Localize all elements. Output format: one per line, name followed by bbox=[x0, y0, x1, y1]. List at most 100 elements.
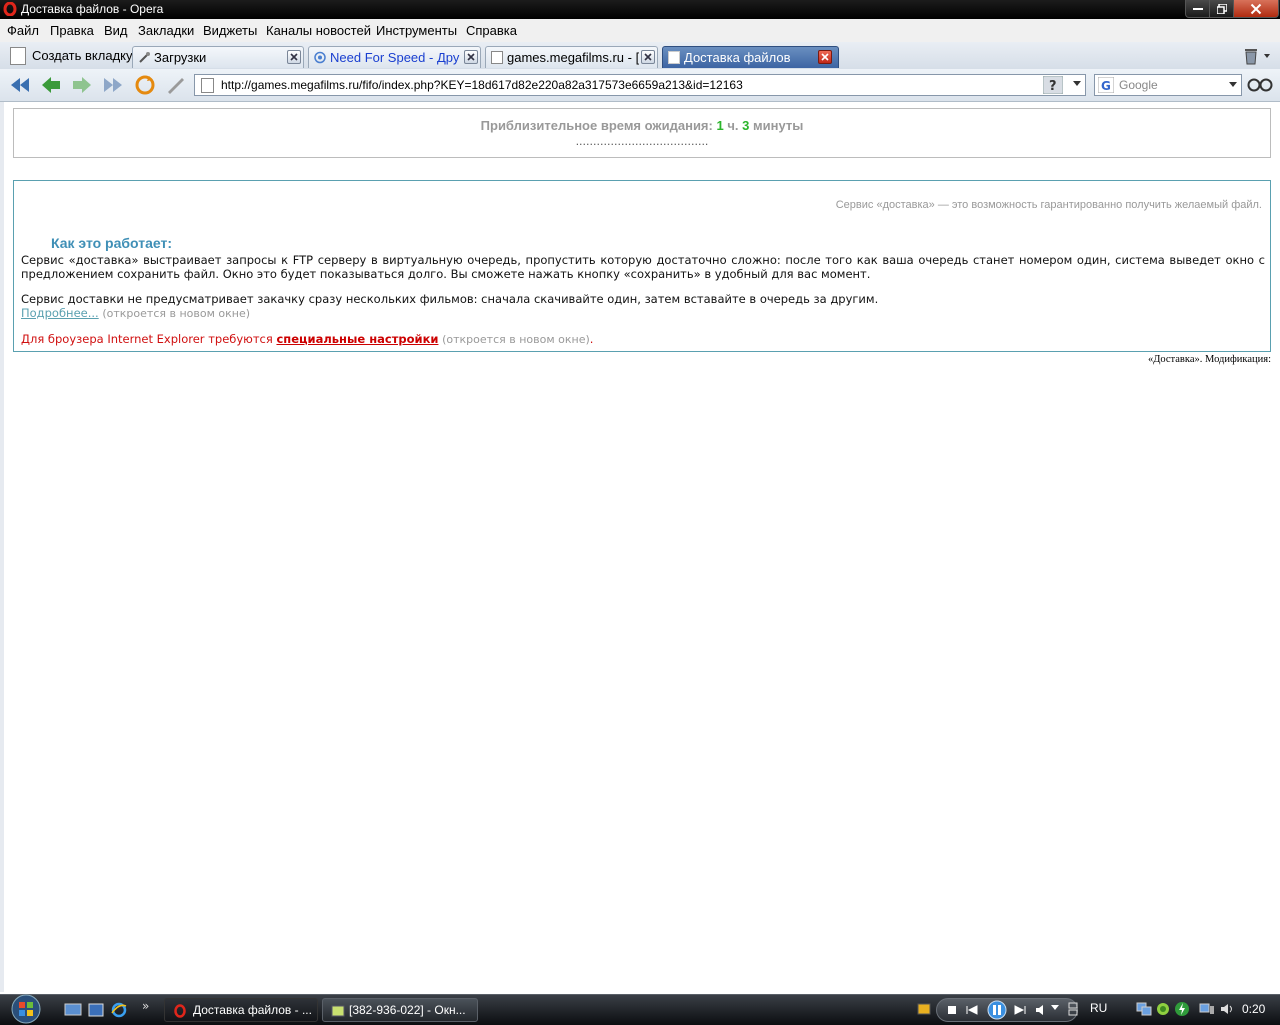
search-box[interactable]: G Google bbox=[1094, 74, 1242, 96]
menu-widgets[interactable]: Виджеты bbox=[203, 23, 257, 38]
start-button[interactable] bbox=[4, 993, 48, 1025]
window-app-icon bbox=[331, 1005, 345, 1017]
wait-hours-unit: ч. bbox=[727, 118, 739, 133]
ie-suffix: . bbox=[589, 332, 594, 346]
close-icon bbox=[290, 53, 298, 61]
minimize-icon bbox=[1193, 7, 1203, 10]
pause-icon[interactable] bbox=[987, 1000, 1007, 1020]
language-indicator[interactable]: RU bbox=[1090, 1001, 1107, 1015]
task-opera[interactable]: Доставка файлов - ... bbox=[164, 998, 318, 1022]
maximize-button[interactable] bbox=[1209, 0, 1235, 18]
clock[interactable]: 0:20 bbox=[1242, 1002, 1265, 1016]
address-url: http://games.megafilms.ru/fifo/index.php… bbox=[221, 78, 743, 92]
search-placeholder: Google bbox=[1119, 78, 1158, 92]
wait-label: Приблизительное время ожидания: bbox=[480, 118, 713, 133]
wait-minutes-unit: минуты bbox=[753, 118, 804, 133]
restore-icon bbox=[1217, 3, 1227, 14]
stop-icon[interactable] bbox=[945, 1003, 959, 1017]
chevron-down-icon[interactable] bbox=[1229, 82, 1237, 87]
ie-settings-line: Для броузера Internet Explorer требуются… bbox=[21, 332, 593, 346]
svg-text:G: G bbox=[1101, 79, 1111, 93]
opera-icon bbox=[174, 1004, 186, 1018]
wait-hours: 1 bbox=[716, 118, 724, 133]
tab-close-button[interactable] bbox=[287, 50, 301, 64]
title-bar: Доставка файлов - Opera bbox=[0, 0, 1280, 19]
trash-icon[interactable] bbox=[1242, 46, 1272, 66]
rewind-icon[interactable] bbox=[8, 74, 32, 96]
reload-icon[interactable] bbox=[133, 74, 157, 96]
page-icon bbox=[668, 51, 680, 64]
speaker-icon[interactable] bbox=[1219, 1001, 1235, 1017]
tab-close-button[interactable] bbox=[818, 50, 832, 64]
connection-icon[interactable] bbox=[1199, 1001, 1215, 1017]
address-bar[interactable]: http://games.megafilms.ru/fifo/index.php… bbox=[194, 74, 1086, 96]
volume-icon[interactable] bbox=[1035, 1003, 1049, 1017]
minimize-button[interactable] bbox=[1185, 0, 1211, 18]
google-icon: G bbox=[1098, 77, 1114, 93]
page-content: Приблизительное время ожидания: 1 ч. 3 м… bbox=[4, 102, 1280, 992]
how-it-works-heading: Как это работает: bbox=[51, 235, 173, 251]
tab-close-button[interactable] bbox=[464, 50, 478, 64]
back-icon[interactable] bbox=[39, 74, 63, 96]
more-info-line: Подробнее... (откроется в новом окне) bbox=[21, 306, 250, 320]
zoom-glasses-icon[interactable] bbox=[1247, 76, 1273, 92]
edit-icon[interactable] bbox=[164, 74, 188, 96]
previous-icon[interactable] bbox=[965, 1003, 979, 1017]
tab-bar: Создать вкладку Загрузки Need For Speed … bbox=[0, 42, 1280, 70]
info-box: Сервис «доставка» — это возможность гара… bbox=[13, 180, 1271, 352]
chevron-down-icon[interactable] bbox=[1051, 1005, 1059, 1010]
internet-explorer-icon[interactable] bbox=[110, 1001, 128, 1019]
show-desktop-icon[interactable] bbox=[64, 1001, 82, 1019]
network-icon[interactable] bbox=[1136, 1001, 1152, 1017]
forward-icon[interactable] bbox=[70, 74, 94, 96]
switch-windows-icon[interactable] bbox=[87, 1001, 105, 1019]
menu-file[interactable]: Файл bbox=[7, 23, 39, 38]
menu-view[interactable]: Вид bbox=[104, 23, 128, 38]
quicklaunch-more[interactable]: » bbox=[142, 999, 149, 1013]
lightning-icon[interactable] bbox=[1174, 1001, 1190, 1017]
chevron-down-icon[interactable] bbox=[1073, 81, 1081, 86]
menu-feeds[interactable]: Каналы новостей bbox=[266, 23, 371, 38]
more-info-hint: (откроется в новом окне) bbox=[102, 307, 251, 320]
tab-file-delivery[interactable]: Доставка файлов bbox=[662, 46, 839, 68]
tab-need-for-speed[interactable]: Need For Speed - Друг... bbox=[308, 46, 481, 68]
close-icon bbox=[821, 53, 829, 61]
footer-credit: «Доставка». Модификация: bbox=[1147, 354, 1271, 365]
new-page-icon bbox=[10, 47, 26, 65]
menu-tools[interactable]: Инструменты bbox=[376, 23, 457, 38]
page-icon bbox=[491, 51, 503, 64]
close-icon bbox=[644, 53, 652, 61]
menu-help[interactable]: Справка bbox=[466, 23, 517, 38]
more-info-link[interactable]: Подробнее... bbox=[21, 306, 99, 320]
menu-bar: Файл Правка Вид Закладки Виджеты Каналы … bbox=[0, 19, 1280, 43]
ie-prefix: Для броузера Internet Explorer требуются bbox=[21, 332, 273, 346]
opera-icon bbox=[3, 2, 17, 16]
page-icon bbox=[201, 78, 214, 93]
media-player-icon[interactable] bbox=[916, 1001, 932, 1017]
window-title: Доставка файлов - Opera bbox=[21, 2, 164, 16]
opera-link-icon bbox=[314, 51, 326, 64]
task-remote-window[interactable]: [382-936-022] - Окн... bbox=[322, 998, 478, 1022]
svg-text:?: ? bbox=[1049, 79, 1057, 94]
fast-forward-icon[interactable] bbox=[101, 74, 125, 96]
description-paragraph: Сервис «доставка» выстраивает запросы к … bbox=[21, 253, 1265, 281]
green-star-icon[interactable] bbox=[1155, 1001, 1171, 1017]
wait-time-line: Приблизительное время ожидания: 1 ч. 3 м… bbox=[14, 118, 1270, 133]
wait-minutes: 3 bbox=[742, 118, 750, 133]
downloads-icon bbox=[139, 52, 150, 63]
menu-edit[interactable]: Правка bbox=[50, 23, 94, 38]
tab-downloads[interactable]: Загрузки bbox=[132, 46, 304, 68]
next-icon[interactable] bbox=[1013, 1003, 1027, 1017]
new-tab-label: Создать вкладку bbox=[32, 48, 133, 63]
restore-toolbar-icon[interactable] bbox=[1068, 1001, 1078, 1017]
help-icon[interactable]: ? bbox=[1043, 76, 1063, 94]
menu-bookmarks[interactable]: Закладки bbox=[138, 23, 194, 38]
ie-hint: (откроется в новом окне) bbox=[442, 333, 590, 346]
close-button[interactable] bbox=[1233, 0, 1279, 18]
tab-close-button[interactable] bbox=[641, 50, 655, 64]
close-icon bbox=[467, 53, 475, 61]
tab-megafilms[interactable]: games.megafilms.ru - [... bbox=[485, 46, 658, 68]
ie-settings-link[interactable]: специальные настройки bbox=[276, 332, 438, 346]
task-label: Доставка файлов - ... bbox=[193, 1003, 312, 1017]
task-label: [382-936-022] - Окн... bbox=[349, 1003, 466, 1017]
